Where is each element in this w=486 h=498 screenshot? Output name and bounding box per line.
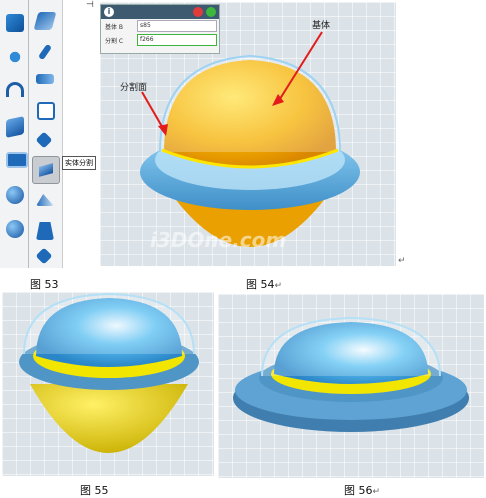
move-icon[interactable] — [6, 48, 24, 66]
caption-fig55-text: 图 55 — [80, 484, 109, 497]
dialog-title-bar: i — [101, 5, 219, 19]
field-b-input[interactable]: s85 — [137, 20, 217, 32]
callout-base: 基体 — [312, 21, 331, 31]
fig55-model — [19, 292, 199, 453]
watermark: i3DOne.com — [150, 228, 287, 252]
fig55-viewport — [2, 292, 214, 476]
callout-split: 分割面 — [120, 83, 148, 93]
cut-icon[interactable] — [35, 131, 53, 149]
sphere-icon[interactable] — [6, 186, 24, 204]
caption-fig56-mark: ↵ — [372, 487, 381, 497]
caption-fig56-text: 图 56 — [344, 484, 373, 497]
cube-icon[interactable] — [6, 14, 24, 32]
field-b-label: 基体 B — [105, 24, 124, 31]
fig56-model — [233, 316, 469, 432]
yellow-lower-body — [30, 384, 188, 453]
field-c-label: 分割 C — [105, 38, 124, 45]
glass-dome — [261, 316, 441, 377]
cancel-icon[interactable] — [193, 7, 203, 17]
caption-fig54-mark: ↵ — [274, 281, 283, 291]
pin-icon[interactable] — [37, 43, 53, 61]
return-mark: ↵ — [398, 256, 406, 266]
blade-icon[interactable] — [36, 194, 54, 206]
layers-icon[interactable] — [6, 116, 24, 138]
field-c-input[interactable]: f266 — [137, 34, 217, 46]
sphere-icon[interactable] — [6, 220, 24, 238]
panel-icon[interactable] — [6, 152, 28, 168]
trapezoid-icon[interactable] — [36, 222, 54, 240]
caption-fig54: 图 54↵ — [246, 276, 282, 292]
fig56-viewport — [218, 294, 484, 478]
magnet-icon[interactable] — [6, 82, 24, 97]
caption-fig55: 图 55 — [80, 482, 109, 498]
param-dialog: i 基体 B s85 分割 C f266 — [100, 4, 220, 54]
caption-fig53: 图 53 — [30, 276, 59, 292]
caption-fig53-text: 图 53 — [30, 278, 59, 291]
field-row-base: 基体 B s85 — [101, 19, 219, 33]
loft-icon[interactable] — [36, 74, 54, 84]
split-icon[interactable] — [32, 156, 60, 184]
sketch-icon[interactable] — [33, 12, 57, 30]
arrow-split — [141, 91, 165, 131]
info-icon: i — [104, 7, 114, 17]
caption-fig56: 图 56↵ — [344, 482, 380, 498]
glass-dome — [23, 292, 195, 355]
confirm-icon[interactable] — [206, 7, 216, 17]
box-icon[interactable] — [37, 102, 55, 120]
toolbar-divider — [28, 0, 29, 268]
split-glyph — [39, 163, 53, 177]
glass-dome — [159, 54, 341, 153]
caption-fig54-text: 图 54 — [246, 278, 275, 291]
diamond-icon[interactable] — [35, 247, 53, 265]
toolbar-pin-icon: ⊣ — [86, 0, 94, 10]
split-tooltip: 实体分割 — [62, 156, 96, 170]
fig53-toolbar — [0, 0, 63, 268]
field-row-split: 分割 C f266 — [101, 33, 219, 47]
